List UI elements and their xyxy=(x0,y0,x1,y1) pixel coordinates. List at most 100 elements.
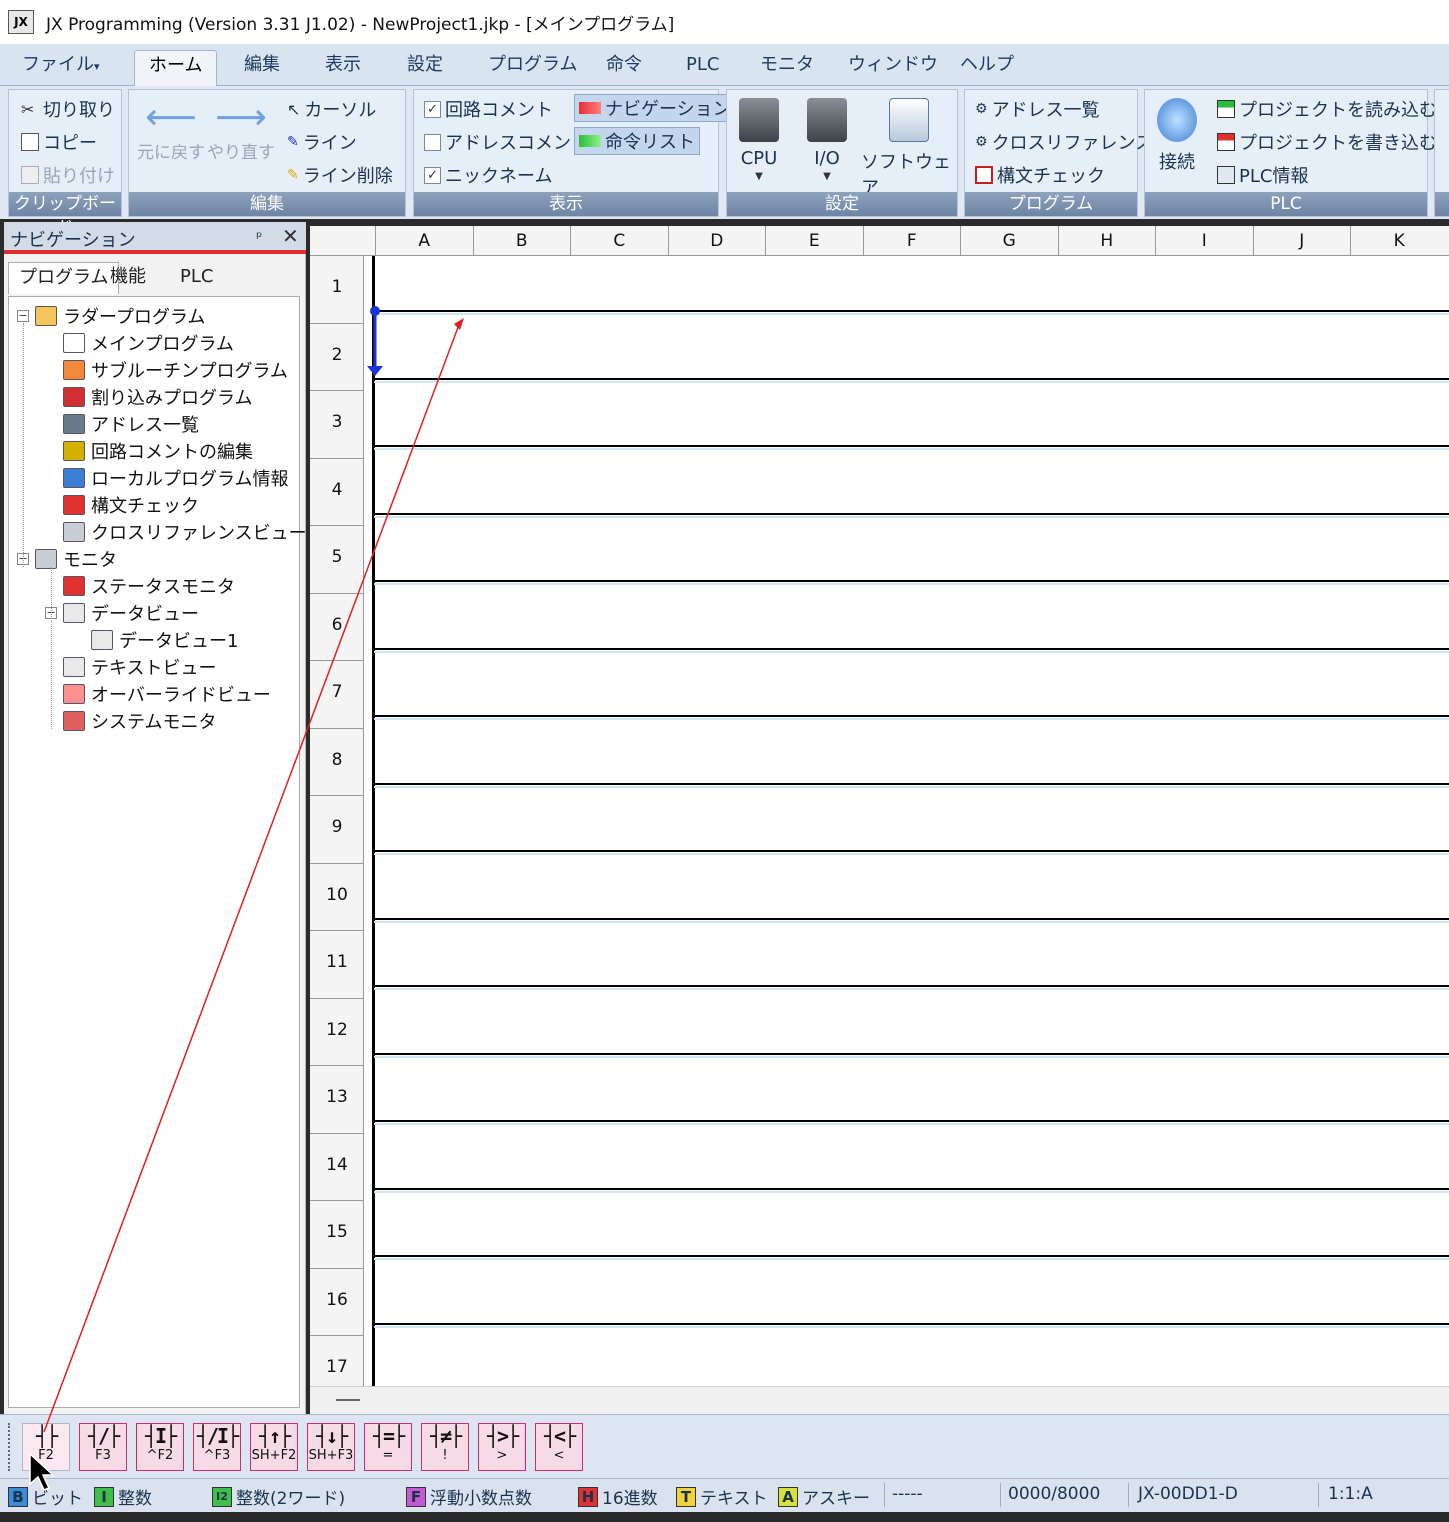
tree-item-7[interactable]: 構文チェック xyxy=(45,492,199,518)
copy-button[interactable]: コピー xyxy=(21,129,97,155)
compare-less-button[interactable]: ┤<├ < xyxy=(535,1423,583,1471)
tree-item-13[interactable]: テキストビュー xyxy=(45,654,216,680)
instruction-list-toggle[interactable]: 命令リスト xyxy=(574,127,700,155)
tree-item-11[interactable]: − データビュー xyxy=(45,600,199,626)
tab-help[interactable]: ヘルプ xyxy=(946,50,1028,86)
contact-direct-nc-button[interactable]: ┤/I├ ^F3 xyxy=(193,1423,241,1471)
tree-item-5[interactable]: 回路コメントの編集 xyxy=(45,438,253,464)
tree-item-10[interactable]: ステータスモニタ xyxy=(45,573,235,599)
tab-window[interactable]: ウィンドウ xyxy=(834,50,952,86)
tree-item-0[interactable]: − ラダープログラム xyxy=(17,303,205,329)
cursor-button[interactable]: ↖ カーソル xyxy=(287,96,376,122)
redo-button[interactable]: ⟶ やり直す xyxy=(207,98,275,164)
status-hex[interactable]: H 16進数 xyxy=(578,1484,658,1509)
row-header[interactable]: 13 xyxy=(310,1066,364,1134)
tab-plc[interactable]: PLC xyxy=(672,50,733,86)
compare-greater-button[interactable]: ┤>├ > xyxy=(478,1423,526,1471)
tree-collapse-icon[interactable]: − xyxy=(17,310,29,322)
address-comment-checkbox[interactable]: アドレスコメント xyxy=(424,129,589,155)
column-header[interactable]: J xyxy=(1252,226,1351,256)
column-header[interactable]: D xyxy=(667,226,766,256)
column-header[interactable]: I xyxy=(1155,226,1253,256)
plc-info-button[interactable]: PLC情報 xyxy=(1217,162,1308,188)
scrollbar-grip-icon[interactable] xyxy=(336,1399,360,1401)
syntax-check-button[interactable]: 構文チェック xyxy=(975,162,1105,188)
tab-instruction[interactable]: 命令 xyxy=(592,50,656,86)
column-header[interactable]: A xyxy=(375,226,473,256)
tab-file[interactable]: ファイル▾ xyxy=(8,50,114,86)
tab-view[interactable]: 表示 xyxy=(311,50,375,86)
contact-direct-no-button[interactable]: ┤I├ ^F2 xyxy=(136,1423,184,1471)
row-header[interactable]: 9 xyxy=(310,796,364,864)
row-header[interactable]: 8 xyxy=(310,729,364,796)
tree-item-15[interactable]: システムモニタ xyxy=(45,708,216,734)
cpu-button[interactable]: CPU ▼ xyxy=(739,98,779,182)
column-header[interactable]: E xyxy=(765,226,863,256)
nav-tab-plc[interactable]: PLC xyxy=(170,262,223,294)
address-list-button[interactable]: ⚙ アドレス一覧 xyxy=(975,96,1100,122)
status-float[interactable]: F 浮動小数点数 xyxy=(406,1484,532,1509)
column-header[interactable]: F xyxy=(862,226,961,256)
app-icon[interactable]: JX xyxy=(8,10,34,34)
tab-home[interactable]: ホーム xyxy=(134,50,218,86)
row-header[interactable]: 15 xyxy=(310,1201,364,1269)
row-header[interactable]: 14 xyxy=(310,1134,364,1201)
tab-edit[interactable]: 編集 xyxy=(230,50,294,86)
cross-reference-button[interactable]: ⚙ クロスリファレンス xyxy=(975,129,1153,155)
column-header[interactable]: G xyxy=(960,226,1058,256)
paste-button[interactable]: 貼り付け xyxy=(21,162,115,188)
tree-item-3[interactable]: 割り込みプログラム xyxy=(45,384,252,410)
row-header[interactable]: 6 xyxy=(310,594,364,661)
column-header[interactable]: B xyxy=(472,226,571,256)
contact-falling-button[interactable]: ┤↓├ SH+F3 xyxy=(307,1423,355,1471)
nav-tab-function[interactable]: 機能 xyxy=(100,262,156,294)
pin-icon[interactable]: ᵖ xyxy=(256,228,262,246)
status-integer-2word[interactable]: I2 整数(2ワード) xyxy=(212,1484,345,1509)
tree-item-9[interactable]: − モニタ xyxy=(17,546,117,572)
tree-item-1[interactable]: メインプログラム xyxy=(45,330,234,356)
status-text[interactable]: T テキスト xyxy=(676,1484,768,1509)
row-header[interactable]: 10 xyxy=(310,864,364,931)
status-ascii[interactable]: A アスキー xyxy=(778,1484,870,1509)
row-header[interactable]: 3 xyxy=(310,391,364,459)
ladder-editor[interactable]: ABCDEFGHIJK 1 2 3 4 5 6 7 8 9 10 11 12 13 14 15 16 17 xyxy=(310,226,1449,1414)
connect-button[interactable]: 接続 xyxy=(1157,98,1197,174)
row-header[interactable]: 1 xyxy=(310,256,364,324)
row-header[interactable]: 11 xyxy=(310,931,364,999)
cut-button[interactable]: ✂ 切り取り xyxy=(21,96,115,122)
row-header[interactable]: 16 xyxy=(310,1269,364,1336)
horizontal-scrollbar[interactable] xyxy=(310,1386,1449,1414)
tab-program[interactable]: プログラム xyxy=(474,50,591,86)
contact-rising-button[interactable]: ┤↑├ SH+F2 xyxy=(250,1423,298,1471)
column-header[interactable]: K xyxy=(1350,226,1448,256)
line-button[interactable]: ✎ ライン xyxy=(287,129,357,155)
row-header[interactable]: 2 xyxy=(310,324,364,391)
row-header[interactable]: 4 xyxy=(310,459,364,526)
navigation-toggle[interactable]: ナビゲーション xyxy=(574,94,736,122)
read-project-button[interactable]: プロジェクトを読み込む xyxy=(1217,96,1437,122)
write-project-button[interactable]: プロジェクトを書き込む xyxy=(1217,129,1437,155)
compare-equal-button[interactable]: ┤=├ = xyxy=(364,1423,412,1471)
tree-item-6[interactable]: ローカルプログラム情報 xyxy=(45,465,288,491)
row-header[interactable]: 7 xyxy=(310,661,364,729)
tree-item-8[interactable]: クロスリファレンスビュー xyxy=(45,519,307,545)
contact-nc-button[interactable]: ┤/├ F3 xyxy=(79,1423,127,1471)
row-header[interactable]: 12 xyxy=(310,999,364,1066)
column-header[interactable]: C xyxy=(570,226,668,256)
tree-item-2[interactable]: サブルーチンプログラム xyxy=(45,357,288,383)
close-icon[interactable]: ✕ xyxy=(282,224,299,248)
column-header[interactable]: H xyxy=(1057,226,1156,256)
line-delete-button[interactable]: ✎ ライン削除 xyxy=(287,162,393,188)
status-integer[interactable]: I 整数 xyxy=(94,1484,152,1509)
compare-not-equal-button[interactable]: ┤≠├! xyxy=(421,1423,469,1471)
tab-settings[interactable]: 設定 xyxy=(393,50,457,86)
tree-item-12[interactable]: データビュー1 xyxy=(73,627,238,653)
toolbar-grip-icon[interactable] xyxy=(8,1423,12,1471)
undo-button[interactable]: ⟵ 元に戻す xyxy=(137,98,205,164)
io-button[interactable]: I/O ▼ xyxy=(807,98,847,182)
nickname-checkbox[interactable]: ✓ ニックネーム xyxy=(424,162,552,188)
circuit-comment-checkbox[interactable]: ✓ 回路コメント xyxy=(424,96,553,122)
tab-monitor[interactable]: モニタ xyxy=(746,50,828,86)
tree-item-4[interactable]: アドレス一覧 xyxy=(45,411,199,437)
row-header[interactable]: 5 xyxy=(310,526,364,594)
